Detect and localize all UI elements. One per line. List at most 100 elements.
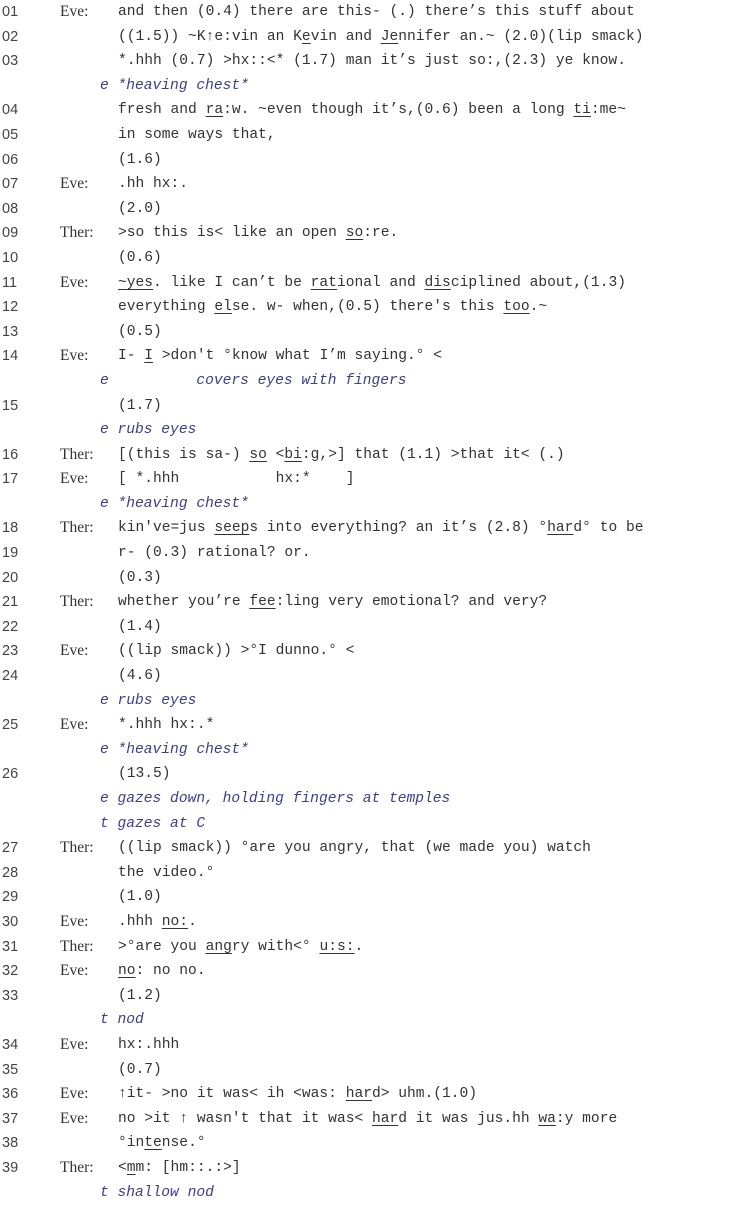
- text-segment: :w. ~even though it’s,(0.6) been a long: [223, 102, 573, 118]
- transcript-line: 13(0.5): [0, 320, 739, 345]
- gesture-annotation: e *heaving chest*: [100, 74, 249, 99]
- speaker-label: Eve:: [60, 271, 88, 296]
- text-segment: .hhh: [118, 914, 162, 930]
- text-segment: r- (0.3) rational? or.: [118, 545, 311, 561]
- line-number: 08: [2, 197, 18, 222]
- transcript-line: 20(0.3): [0, 566, 739, 591]
- speaker-label: Ther:: [60, 516, 94, 541]
- line-number: 31: [2, 935, 18, 960]
- line-number: 13: [2, 320, 18, 345]
- transcript-line: 21Ther:whether you’re fee:ling very emot…: [0, 590, 739, 615]
- line-number: 01: [2, 0, 18, 25]
- speaker-label: Eve:: [60, 1107, 88, 1132]
- utterance-text: [ *.hhh hx:* ]: [118, 467, 354, 492]
- text-segment: :me~: [591, 102, 626, 118]
- stressed-segment: seep: [214, 520, 249, 536]
- text-segment: (2.0): [118, 201, 162, 217]
- line-number: 05: [2, 123, 18, 148]
- text-segment: s into everything? an it’s (2.8) °: [249, 520, 547, 536]
- line-number: 18: [2, 516, 18, 541]
- line-number: 12: [2, 295, 18, 320]
- line-number: 33: [2, 984, 18, 1009]
- gesture-annotation-row: t gazes at C: [0, 812, 739, 837]
- gesture-annotation: e *heaving chest*: [100, 738, 249, 763]
- stressed-segment: I: [144, 348, 153, 364]
- transcript-line: 10(0.6): [0, 246, 739, 271]
- utterance-text: the video.°: [118, 861, 214, 886]
- line-number: 06: [2, 148, 18, 173]
- transcript-line: 04fresh and ra:w. ~even though it’s,(0.6…: [0, 98, 739, 123]
- transcript-line: 18 Ther: kin've=jus seeps into everything?…: [0, 516, 739, 541]
- utterance-text: (0.7): [118, 1058, 162, 1083]
- stressed-segment: m: [127, 1160, 136, 1176]
- transcript-line: 19r- (0.3) rational? or.: [0, 541, 739, 566]
- transcript-line: 16Ther:[(this is sa-) so <bi:g,>] that (…: [0, 443, 739, 468]
- text-segment: in some ways that,: [118, 127, 276, 143]
- text-segment: ((lip smack)) >°I dunno.° <: [118, 643, 354, 659]
- transcript-line: 39Ther:<mm: [hm::.:>]: [0, 1156, 739, 1181]
- transcript-line: 24(4.6): [0, 664, 739, 689]
- line-number: 25: [2, 713, 18, 738]
- gesture-annotation-row: e covers eyes with fingers: [0, 369, 739, 394]
- transcript-line: 06 (1.6): [0, 148, 739, 173]
- text-segment: ((1.5)) ~K↑e:vin an K: [118, 29, 302, 45]
- utterance-text: ((1.5)) ~K↑e:vin an Kevin and Jennifer a…: [118, 25, 643, 50]
- utterance-text: (0.6): [118, 246, 162, 271]
- text-segment: d° to be: [573, 520, 643, 536]
- line-number: 09: [2, 221, 18, 246]
- stressed-segment: so: [346, 225, 364, 241]
- utterance-text: *.hhh (0.7) >hx::<* (1.7) man it’s just …: [118, 49, 626, 74]
- stressed-segment: no: [118, 963, 136, 979]
- speaker-label: Ther:: [60, 1156, 94, 1181]
- speaker-label: Eve:: [60, 172, 88, 197]
- utterance-text: kin've=jus seeps into everything? an it’…: [118, 516, 643, 541]
- transcript-line: 26(13.5): [0, 762, 739, 787]
- line-number: 29: [2, 885, 18, 910]
- speaker-label: Eve:: [60, 1033, 88, 1058]
- speaker-label: Ther:: [60, 590, 94, 615]
- utterance-text: (13.5): [118, 762, 171, 787]
- line-number: 27: [2, 836, 18, 861]
- stressed-segment: e: [302, 29, 311, 45]
- stressed-segment: rat: [311, 275, 337, 291]
- stressed-segment: bi: [284, 447, 302, 463]
- stressed-segment: ang: [206, 939, 232, 955]
- utterance-text: I- I >don't °know what I’m saying.° <: [118, 344, 442, 369]
- line-number: 37: [2, 1107, 18, 1132]
- stressed-segment: wa: [538, 1111, 556, 1127]
- transcript: 01Eve:and then (0.4) there are this- (.)…: [0, 0, 739, 1205]
- stressed-segment: ra: [206, 102, 224, 118]
- line-number: 22: [2, 615, 18, 640]
- stressed-segment: har: [372, 1111, 398, 1127]
- speaker-label: Eve:: [60, 344, 88, 369]
- text-segment: ↑it- >no it was< ih <was:: [118, 1086, 346, 1102]
- utterance-text: (1.4): [118, 615, 162, 640]
- transcript-line: 17Eve:[ *.hhh hx:* ]: [0, 467, 739, 492]
- text-segment: kin've=jus: [118, 520, 214, 536]
- line-number: 23: [2, 639, 18, 664]
- transcript-line: 08 (2.0): [0, 197, 739, 222]
- text-segment: >don't °know what I’m saying.° <: [153, 348, 442, 364]
- transcript-line: 14Eve:I- I >don't °know what I’m saying.…: [0, 344, 739, 369]
- text-segment: .hh hx:.: [118, 176, 188, 192]
- gesture-annotation: e *heaving chest*: [100, 492, 249, 517]
- line-number: 21: [2, 590, 18, 615]
- stressed-segment: har: [547, 520, 573, 536]
- transcript-line: 23Eve:((lip smack)) >°I dunno.° <: [0, 639, 739, 664]
- text-segment: se. w- when,(0.5) there's this: [232, 299, 504, 315]
- line-number: 28: [2, 861, 18, 886]
- utterance-text: no: no no.: [118, 959, 206, 984]
- utterance-text: (1.6): [118, 148, 162, 173]
- gesture-annotation-row: e *heaving chest*: [0, 738, 739, 763]
- line-number: 34: [2, 1033, 18, 1058]
- gesture-annotation: t shallow nod: [100, 1181, 214, 1205]
- speaker-label: Eve:: [60, 959, 88, 984]
- text-segment: :ling very emotional? and very?: [276, 594, 548, 610]
- transcript-line: 05 in some ways that,: [0, 123, 739, 148]
- speaker-label: Ther:: [60, 935, 94, 960]
- transcript-line: 11Eve:~yes. like I can’t be rational and…: [0, 271, 739, 296]
- transcript-line: 12everything else. w- when,(0.5) there's…: [0, 295, 739, 320]
- text-segment: . like I can’t be: [153, 275, 311, 291]
- transcript-line: 01Eve:and then (0.4) there are this- (.)…: [0, 0, 739, 25]
- text-segment: :re.: [363, 225, 398, 241]
